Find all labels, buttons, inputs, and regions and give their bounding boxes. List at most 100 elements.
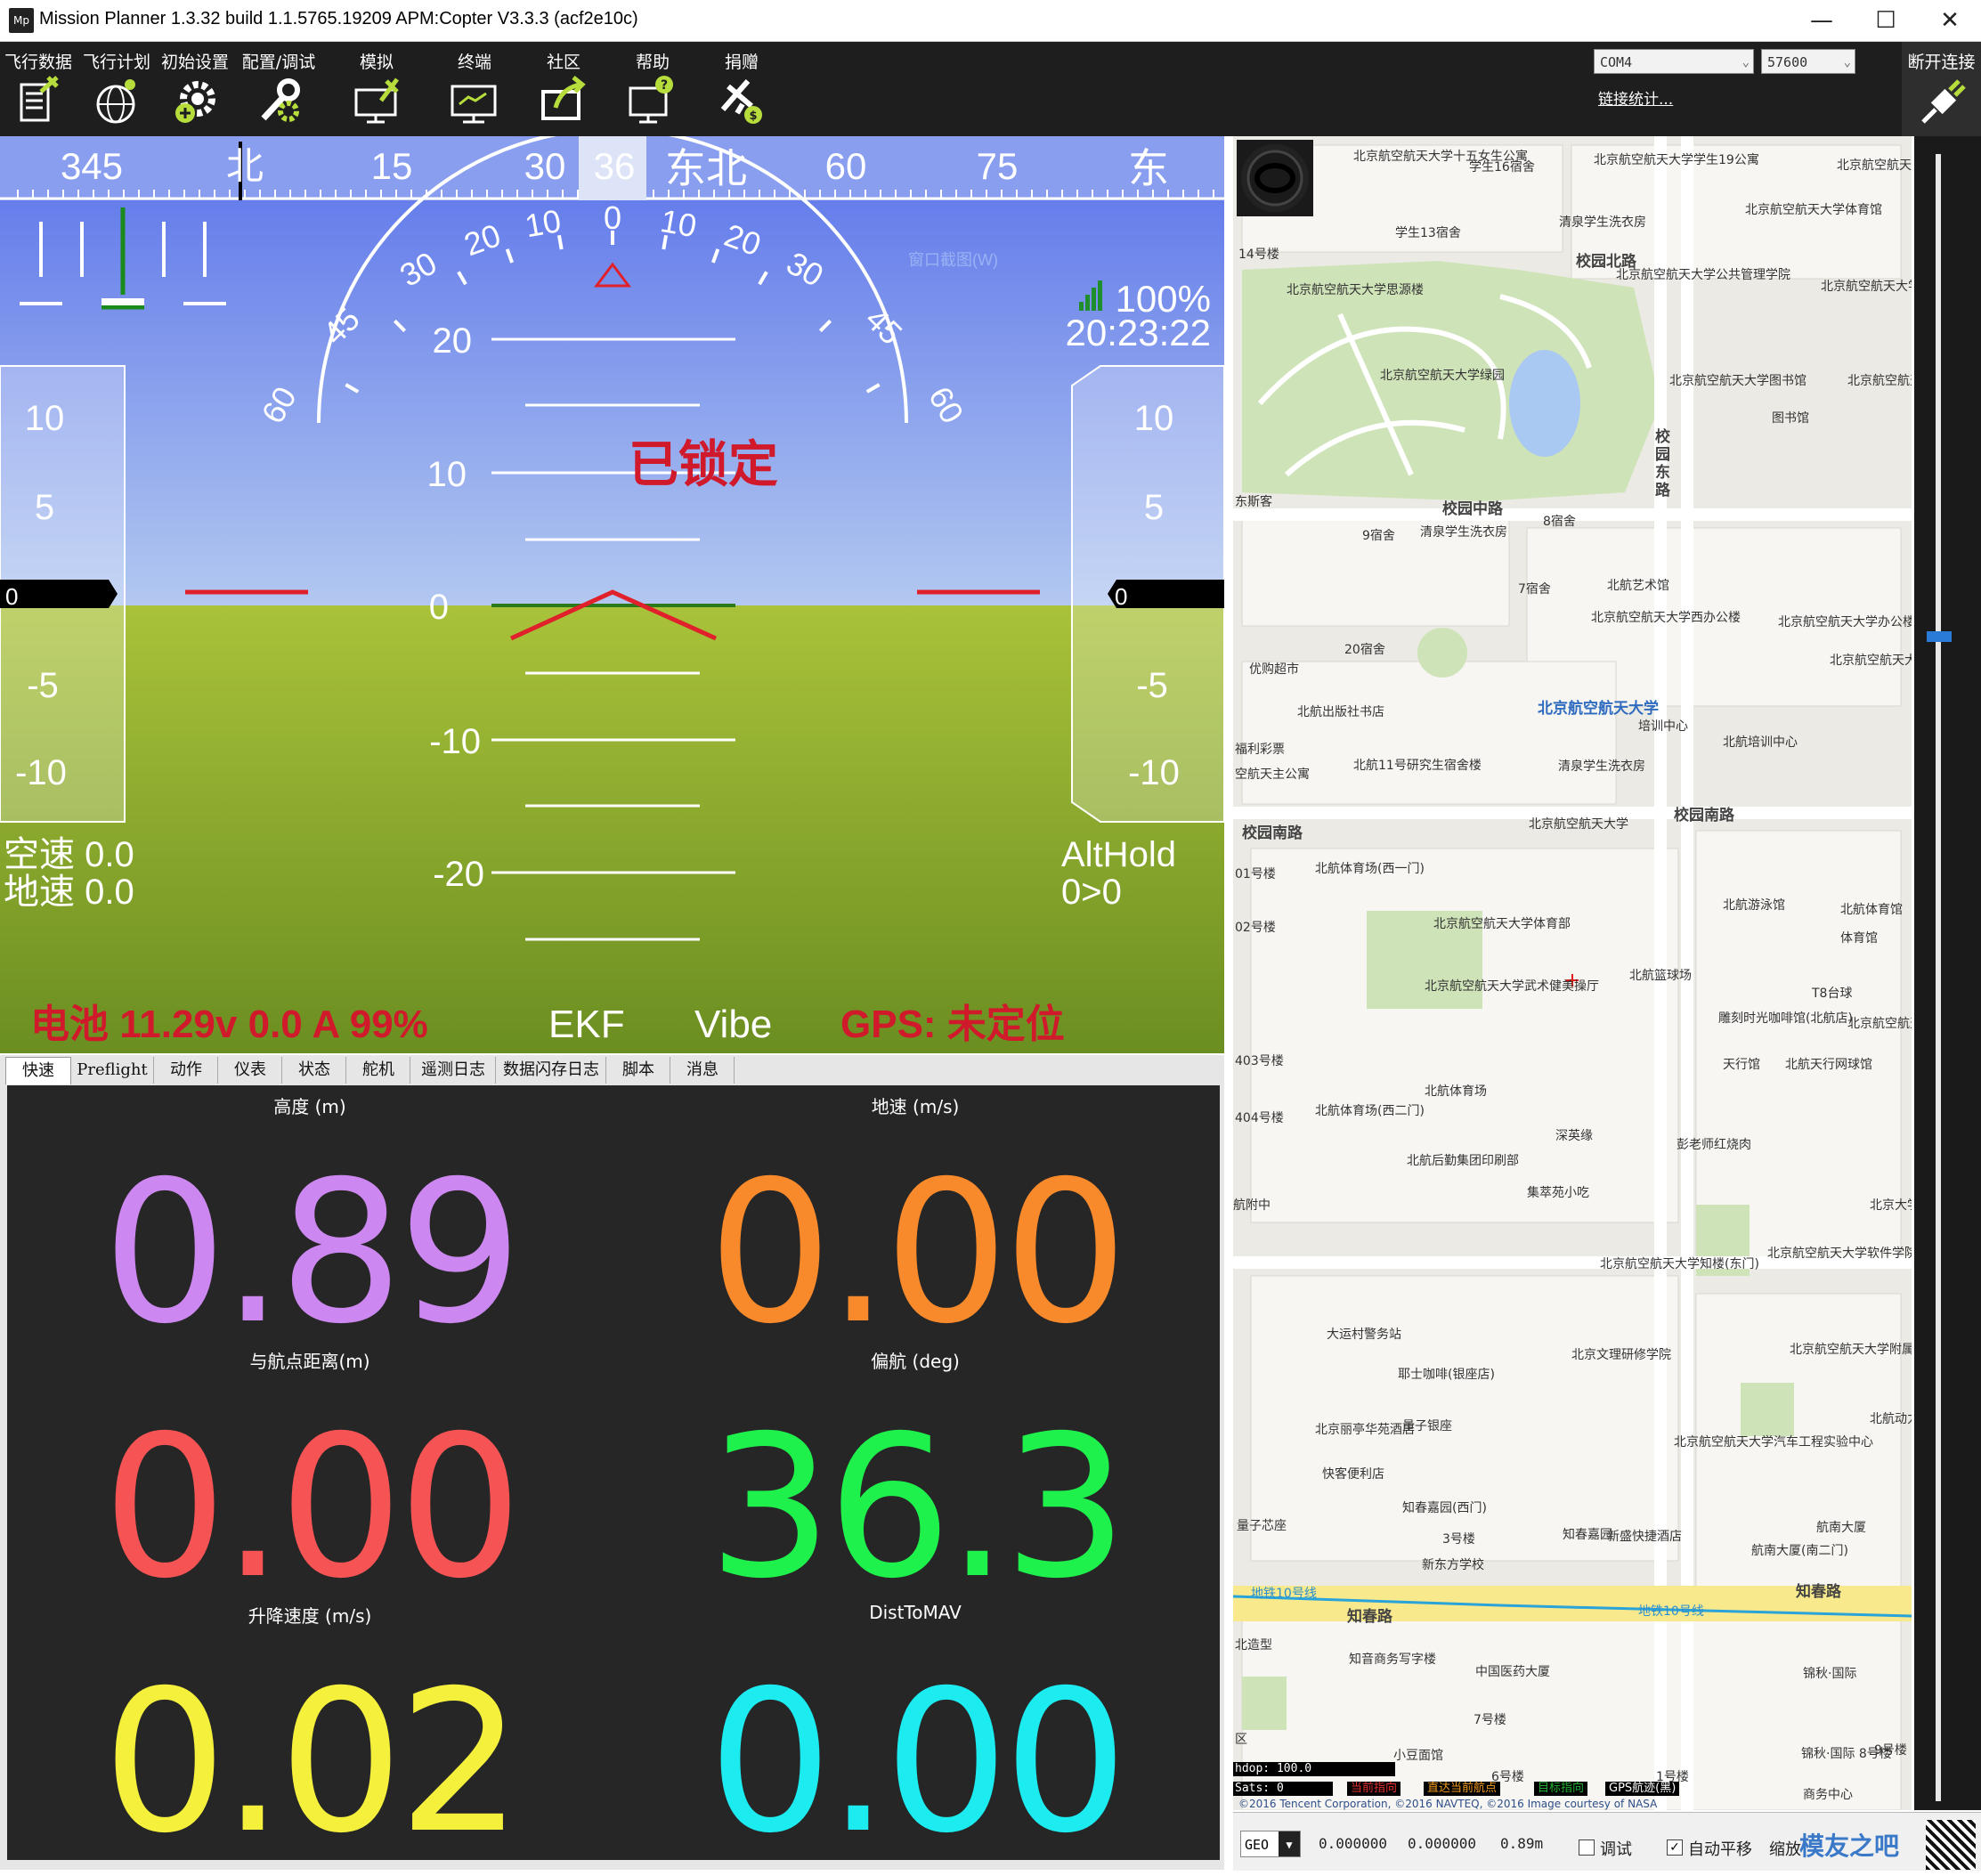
coord-type-select[interactable]: GEO ▼ [1240, 1831, 1301, 1857]
map-label: 北航艺术馆 [1607, 579, 1669, 593]
map-label: 东斯客 [1235, 495, 1272, 509]
autopan-checkbox[interactable]: ✓ [1667, 1839, 1683, 1856]
map-label: 量子银座 [1402, 1419, 1452, 1433]
port-select[interactable]: COM4 ⌄ [1594, 49, 1754, 74]
menu-terminal[interactable]: 终端 [436, 42, 513, 136]
speed-tape-label: -5 [27, 666, 59, 705]
alt-readout: 0.89m [1500, 1835, 1544, 1852]
simulation-icon [354, 77, 399, 124]
map-label-metro: 地铁10号线 [1638, 1604, 1704, 1619]
map-label: 北京航空航天大学飞 [1847, 1017, 1912, 1031]
menu-label: 帮助 [635, 53, 670, 72]
tab-messages[interactable]: 消息 [671, 1057, 735, 1084]
map-label: 北京航空航天大学公共管理学院 [1616, 268, 1790, 282]
map-label: 北京航空航天大学 [1529, 817, 1628, 832]
map-label: 9号楼 [1874, 1743, 1907, 1758]
tab-quick[interactable]: 快速 [5, 1057, 71, 1084]
hud-panel[interactable]: 345 北 15 30 36 东北 60 75 东 窗口截图(W) 60 45 … [0, 136, 1224, 1053]
map-label: 清泉学生洗衣房 [1558, 759, 1645, 774]
minimize-button[interactable]: — [1791, 0, 1852, 41]
heading-value: 36 [594, 145, 636, 187]
menu-label: 社区 [546, 53, 580, 72]
vibe-status[interactable]: Vibe [694, 1003, 772, 1046]
map-label: 大运村警务站 [1327, 1328, 1401, 1342]
quick-label-altitude: 高度 (m) [273, 1096, 346, 1117]
alt-tape-label: 5 [1144, 488, 1164, 527]
tab-dataflash-logs[interactable]: 数据闪存日志 [497, 1057, 606, 1084]
map-label: 北航动力 [1870, 1412, 1912, 1426]
heading-label: 30 [524, 145, 566, 187]
pitch-label: 10 [427, 455, 467, 494]
map-label: 北京航空航天大学体育馆 [1745, 203, 1882, 217]
map-label: 北航游泳馆 [1723, 898, 1785, 913]
quick-value-yaw[interactable]: 36.3 [613, 1409, 1218, 1605]
menu-donate[interactable]: 捐赠 $ [703, 42, 780, 136]
map-label: 北京航空航天大学附属小学 [1790, 1343, 1912, 1357]
map-road-label: 校园南路 [1674, 807, 1734, 824]
legend-direct-wp: 直达当前航点 [1424, 1782, 1501, 1796]
map-label: 航南大厦 [1816, 1521, 1866, 1535]
tab-gauges[interactable]: 仪表 [219, 1057, 282, 1084]
map-label: 北航后勤集团印刷部 [1407, 1154, 1519, 1168]
map-road-label: 校园东路 [1655, 428, 1670, 499]
quick-value-groundspeed[interactable]: 0.00 [613, 1155, 1218, 1351]
map-label: 航附中 [1233, 1198, 1271, 1213]
map-label: 01号楼 [1235, 867, 1276, 881]
tab-servo[interactable]: 舵机 [347, 1057, 410, 1084]
title-bar: Mp Mission Planner 1.3.32 build 1.1.5765… [0, 0, 1981, 42]
zoom-slider-thumb[interactable] [1927, 631, 1952, 642]
map-label: 培训中心 [1638, 719, 1688, 734]
heading-label: 北 [226, 145, 264, 187]
tab-scripts[interactable]: 脚本 [607, 1057, 670, 1084]
map-label: 北京航空航天大学汽车工程实验中心 [1674, 1435, 1873, 1450]
debug-checkbox[interactable] [1579, 1839, 1595, 1856]
map-label: 北京航空航天大学软件学院 [1767, 1247, 1912, 1261]
zoom-scale-bar[interactable] [1914, 136, 1981, 1810]
map-label: 北航出版社书店 [1297, 705, 1384, 719]
menu-flight-data[interactable]: 飞行数据 [0, 42, 77, 136]
menu-help[interactable]: 帮助 ? [614, 42, 691, 136]
help-icon: ? [629, 76, 673, 124]
map-label: 8宿舍 [1543, 515, 1576, 529]
quick-value-wp-dist[interactable]: 0.00 [7, 1409, 613, 1605]
map-view[interactable]: 北京航空航天大学十五女生公寓 学生16宿舍 北京航空航天大学学生19公寓 北京航… [1233, 136, 1912, 1810]
heading-label: 15 [371, 145, 413, 187]
tab-status[interactable]: 状态 [283, 1057, 346, 1084]
menu-config-tuning[interactable]: 配置/调试 [240, 42, 317, 136]
map-label: 知音商务写字楼 [1349, 1653, 1436, 1667]
legend-heading: 当前指向 [1347, 1782, 1401, 1796]
menu-label: 初始设置 [160, 53, 229, 72]
quick-label-yaw: 偏航 (deg) [871, 1351, 960, 1372]
link-stats-link[interactable]: 链接统计... [1598, 86, 1673, 109]
quick-label-wp-dist: 与航点距离(m) [249, 1351, 370, 1372]
disconnect-button[interactable]: 断开连接 [1902, 42, 1981, 136]
flight-mode: AltHold [1061, 835, 1176, 874]
map-label: 北京大学 [1870, 1198, 1912, 1213]
tab-preflight[interactable]: Preflight [71, 1057, 154, 1084]
baud-select[interactable]: 57600 ⌄ [1761, 49, 1855, 74]
close-button[interactable]: ✕ [1920, 0, 1980, 41]
plug-icon [1921, 79, 1966, 124]
menu-initial-setup[interactable]: 初始设置 [157, 42, 233, 136]
menu-community[interactable]: 社区 [525, 42, 602, 136]
tab-actions[interactable]: 动作 [155, 1057, 218, 1084]
pitch-label: 20 [433, 321, 473, 361]
map-label: 北航天行网球馆 [1785, 1058, 1872, 1072]
menu-simulation[interactable]: 模拟 [338, 42, 415, 136]
quick-value-altitude[interactable]: 0.89 [7, 1155, 613, 1351]
ekf-status[interactable]: EKF [548, 1003, 625, 1046]
map-label: 福利彩票 [1235, 743, 1285, 757]
map-label: 体育馆 [1840, 931, 1878, 946]
quick-label-dist-to-mav: DistToMAV [869, 1602, 962, 1623]
tab-telemetry-logs[interactable]: 遥测日志 [411, 1057, 496, 1084]
quick-value-climb-rate[interactable]: 0.02 [7, 1664, 613, 1860]
armed-status: 已锁定 [629, 436, 778, 492]
menu-flight-plan[interactable]: 飞行计划 [78, 42, 155, 136]
quick-value-dist-to-mav[interactable]: 0.00 [613, 1664, 1218, 1860]
menu-label: 飞行数据 [4, 53, 72, 72]
map-label: 7号楼 [1474, 1713, 1506, 1727]
map-label: 9宿舍 [1362, 529, 1395, 543]
menu-label: 飞行计划 [82, 53, 150, 72]
maximize-button[interactable]: ☐ [1855, 0, 1916, 41]
map-label: 404号楼 [1235, 1111, 1284, 1125]
